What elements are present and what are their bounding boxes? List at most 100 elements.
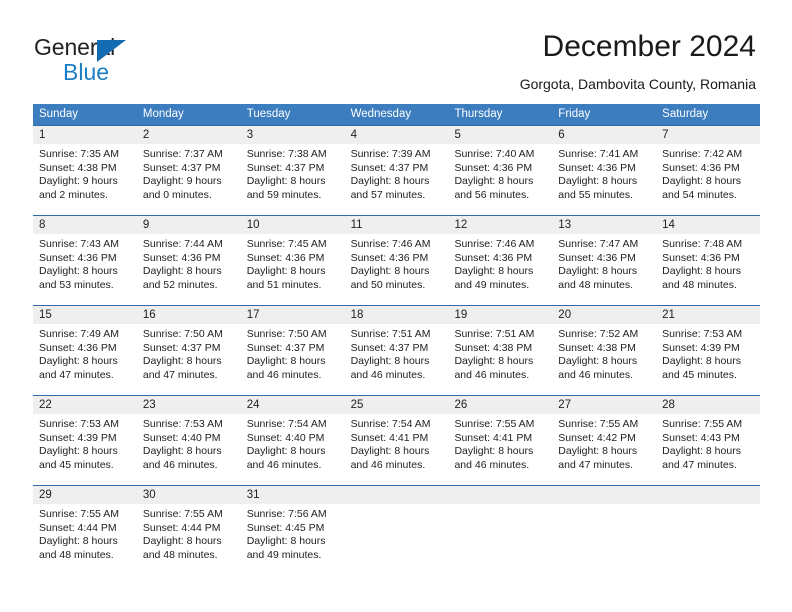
day-number (344, 486, 449, 504)
sunset-text: Sunset: 4:39 PM (662, 341, 740, 354)
day-cell[interactable]: 29 Sunrise: 7:55 AM Sunset: 4:44 PM Dayl… (33, 486, 137, 575)
sunrise-text: Sunrise: 7:53 AM (142, 418, 223, 430)
sunrise-text: Sunrise: 7:45 AM (246, 238, 327, 250)
day-cell[interactable]: 4 Sunrise: 7:39 AM Sunset: 4:37 PM Dayli… (344, 126, 449, 215)
daylight-text-line1: Daylight: 9 hours (39, 175, 118, 188)
day-number (552, 486, 657, 504)
day-cell-empty (656, 486, 761, 575)
sunrise-text: Sunrise: 7:38 AM (246, 148, 327, 160)
day-number: 10 (240, 216, 345, 234)
sunset-text: Sunset: 4:37 PM (142, 161, 221, 174)
day-cell[interactable]: 15 Sunrise: 7:49 AM Sunset: 4:36 PM Dayl… (33, 306, 137, 395)
day-cell[interactable]: 30 Sunrise: 7:55 AM Sunset: 4:44 PM Dayl… (136, 486, 241, 575)
day-cell[interactable]: 5 Sunrise: 7:40 AM Sunset: 4:36 PM Dayli… (448, 126, 553, 215)
day-cell[interactable]: 11 Sunrise: 7:46 AM Sunset: 4:36 PM Dayl… (344, 216, 449, 305)
day-cell[interactable]: 17 Sunrise: 7:50 AM Sunset: 4:37 PM Dayl… (240, 306, 345, 395)
day-details: Sunrise: 7:46 AM Sunset: 4:36 PM Dayligh… (345, 234, 449, 292)
daylight-text-line1: Daylight: 8 hours (454, 175, 534, 188)
daylight-text-line1: Daylight: 8 hours (39, 355, 118, 368)
week-row: 8 Sunrise: 7:43 AM Sunset: 4:36 PM Dayli… (33, 215, 761, 305)
day-cell[interactable]: 13 Sunrise: 7:47 AM Sunset: 4:36 PM Dayl… (552, 216, 657, 305)
daylight-text-line2: and 46 minutes. (350, 458, 426, 471)
daylight-text-line2: and 46 minutes. (246, 368, 322, 381)
day-cell[interactable]: 1 Sunrise: 7:35 AM Sunset: 4:38 PM Dayli… (33, 126, 137, 215)
day-cell[interactable]: 9 Sunrise: 7:44 AM Sunset: 4:36 PM Dayli… (136, 216, 241, 305)
day-cell[interactable]: 28 Sunrise: 7:55 AM Sunset: 4:43 PM Dayl… (656, 396, 761, 485)
sunset-text: Sunset: 4:37 PM (142, 341, 221, 354)
day-number: 14 (656, 216, 761, 234)
sunrise-text: Sunrise: 7:55 AM (142, 508, 223, 520)
page-header: General Blue December 2024 Gorgota, Damb… (0, 0, 792, 96)
daylight-text-line2: and 49 minutes. (246, 548, 322, 561)
weekday-wednesday: Wednesday (350, 108, 412, 120)
daylight-text-line2: and 46 minutes. (350, 368, 426, 381)
day-cell[interactable]: 19 Sunrise: 7:51 AM Sunset: 4:38 PM Dayl… (448, 306, 553, 395)
day-cell[interactable]: 12 Sunrise: 7:46 AM Sunset: 4:36 PM Dayl… (448, 216, 553, 305)
sunrise-text: Sunrise: 7:44 AM (142, 238, 223, 250)
day-number: 20 (552, 306, 657, 324)
day-cell[interactable]: 8 Sunrise: 7:43 AM Sunset: 4:36 PM Dayli… (33, 216, 137, 305)
daylight-text-line1: Daylight: 8 hours (246, 535, 326, 548)
day-cell[interactable]: 27 Sunrise: 7:55 AM Sunset: 4:42 PM Dayl… (552, 396, 657, 485)
day-details: Sunrise: 7:39 AM Sunset: 4:37 PM Dayligh… (345, 144, 449, 202)
sunset-text: Sunset: 4:36 PM (558, 251, 636, 264)
daylight-text-line2: and 46 minutes. (454, 458, 530, 471)
sunset-text: Sunset: 4:36 PM (39, 341, 117, 354)
day-number: 3 (240, 126, 345, 144)
day-number: 9 (136, 216, 241, 234)
day-cell[interactable]: 26 Sunrise: 7:55 AM Sunset: 4:41 PM Dayl… (448, 396, 553, 485)
day-cell[interactable]: 2 Sunrise: 7:37 AM Sunset: 4:37 PM Dayli… (136, 126, 241, 215)
calendar-page: General Blue December 2024 Gorgota, Damb… (0, 0, 792, 612)
daylight-text-line2: and 52 minutes. (142, 278, 218, 291)
day-number (448, 486, 553, 504)
day-details: Sunrise: 7:55 AM Sunset: 4:43 PM Dayligh… (656, 414, 760, 472)
sunrise-text: Sunrise: 7:49 AM (39, 328, 119, 340)
day-cell[interactable]: 25 Sunrise: 7:54 AM Sunset: 4:41 PM Dayl… (344, 396, 449, 485)
daylight-text-line2: and 45 minutes. (39, 458, 114, 471)
day-cell-empty (448, 486, 553, 575)
sunset-text: Sunset: 4:36 PM (454, 251, 533, 264)
day-details: Sunrise: 7:55 AM Sunset: 4:41 PM Dayligh… (448, 414, 552, 472)
day-cell[interactable]: 16 Sunrise: 7:50 AM Sunset: 4:37 PM Dayl… (136, 306, 241, 395)
sunset-text: Sunset: 4:41 PM (350, 431, 429, 444)
sunrise-text: Sunrise: 7:55 AM (454, 418, 535, 430)
sunrise-text: Sunrise: 7:55 AM (662, 418, 743, 430)
day-cell[interactable]: 10 Sunrise: 7:45 AM Sunset: 4:36 PM Dayl… (240, 216, 345, 305)
weekday-tuesday: Tuesday (246, 108, 291, 120)
day-cell[interactable]: 31 Sunrise: 7:56 AM Sunset: 4:45 PM Dayl… (240, 486, 345, 575)
sunset-text: Sunset: 4:38 PM (454, 341, 533, 354)
day-number: 11 (344, 216, 449, 234)
day-details: Sunrise: 7:55 AM Sunset: 4:44 PM Dayligh… (33, 504, 137, 562)
day-cell[interactable]: 3 Sunrise: 7:38 AM Sunset: 4:37 PM Dayli… (240, 126, 345, 215)
daylight-text-line1: Daylight: 8 hours (662, 445, 741, 458)
day-number: 2 (136, 126, 241, 144)
daylight-text-line2: and 49 minutes. (454, 278, 530, 291)
day-cell[interactable]: 18 Sunrise: 7:51 AM Sunset: 4:37 PM Dayl… (344, 306, 449, 395)
day-number: 30 (136, 486, 241, 504)
daylight-text-line2: and 46 minutes. (142, 458, 218, 471)
sunset-text: Sunset: 4:39 PM (39, 431, 117, 444)
weekday-monday: Monday (142, 108, 184, 120)
day-cell[interactable]: 14 Sunrise: 7:48 AM Sunset: 4:36 PM Dayl… (656, 216, 761, 305)
day-cell[interactable]: 21 Sunrise: 7:53 AM Sunset: 4:39 PM Dayl… (656, 306, 761, 395)
day-cell[interactable]: 6 Sunrise: 7:41 AM Sunset: 4:36 PM Dayli… (552, 126, 657, 215)
daylight-text-line1: Daylight: 8 hours (662, 265, 741, 278)
day-cell[interactable]: 24 Sunrise: 7:54 AM Sunset: 4:40 PM Dayl… (240, 396, 345, 485)
daylight-text-line1: Daylight: 8 hours (142, 265, 222, 278)
day-cell[interactable]: 7 Sunrise: 7:42 AM Sunset: 4:36 PM Dayli… (656, 126, 761, 215)
daylight-text-line1: Daylight: 8 hours (558, 355, 638, 368)
day-details: Sunrise: 7:50 AM Sunset: 4:37 PM Dayligh… (137, 324, 241, 382)
day-details: Sunrise: 7:54 AM Sunset: 4:40 PM Dayligh… (241, 414, 345, 472)
daylight-text-line2: and 46 minutes. (246, 458, 322, 471)
sunrise-text: Sunrise: 7:39 AM (350, 148, 431, 160)
day-cell[interactable]: 23 Sunrise: 7:53 AM Sunset: 4:40 PM Dayl… (136, 396, 241, 485)
day-cell[interactable]: 22 Sunrise: 7:53 AM Sunset: 4:39 PM Dayl… (33, 396, 137, 485)
day-cell[interactable]: 20 Sunrise: 7:52 AM Sunset: 4:38 PM Dayl… (552, 306, 657, 395)
daylight-text-line2: and 48 minutes. (142, 548, 218, 561)
sunrise-text: Sunrise: 7:37 AM (142, 148, 223, 160)
day-details: Sunrise: 7:47 AM Sunset: 4:36 PM Dayligh… (552, 234, 656, 292)
day-details: Sunrise: 7:48 AM Sunset: 4:36 PM Dayligh… (656, 234, 760, 292)
sunset-text: Sunset: 4:41 PM (454, 431, 533, 444)
daylight-text-line2: and 53 minutes. (39, 278, 114, 291)
week-row: 1 Sunrise: 7:35 AM Sunset: 4:38 PM Dayli… (33, 125, 761, 215)
